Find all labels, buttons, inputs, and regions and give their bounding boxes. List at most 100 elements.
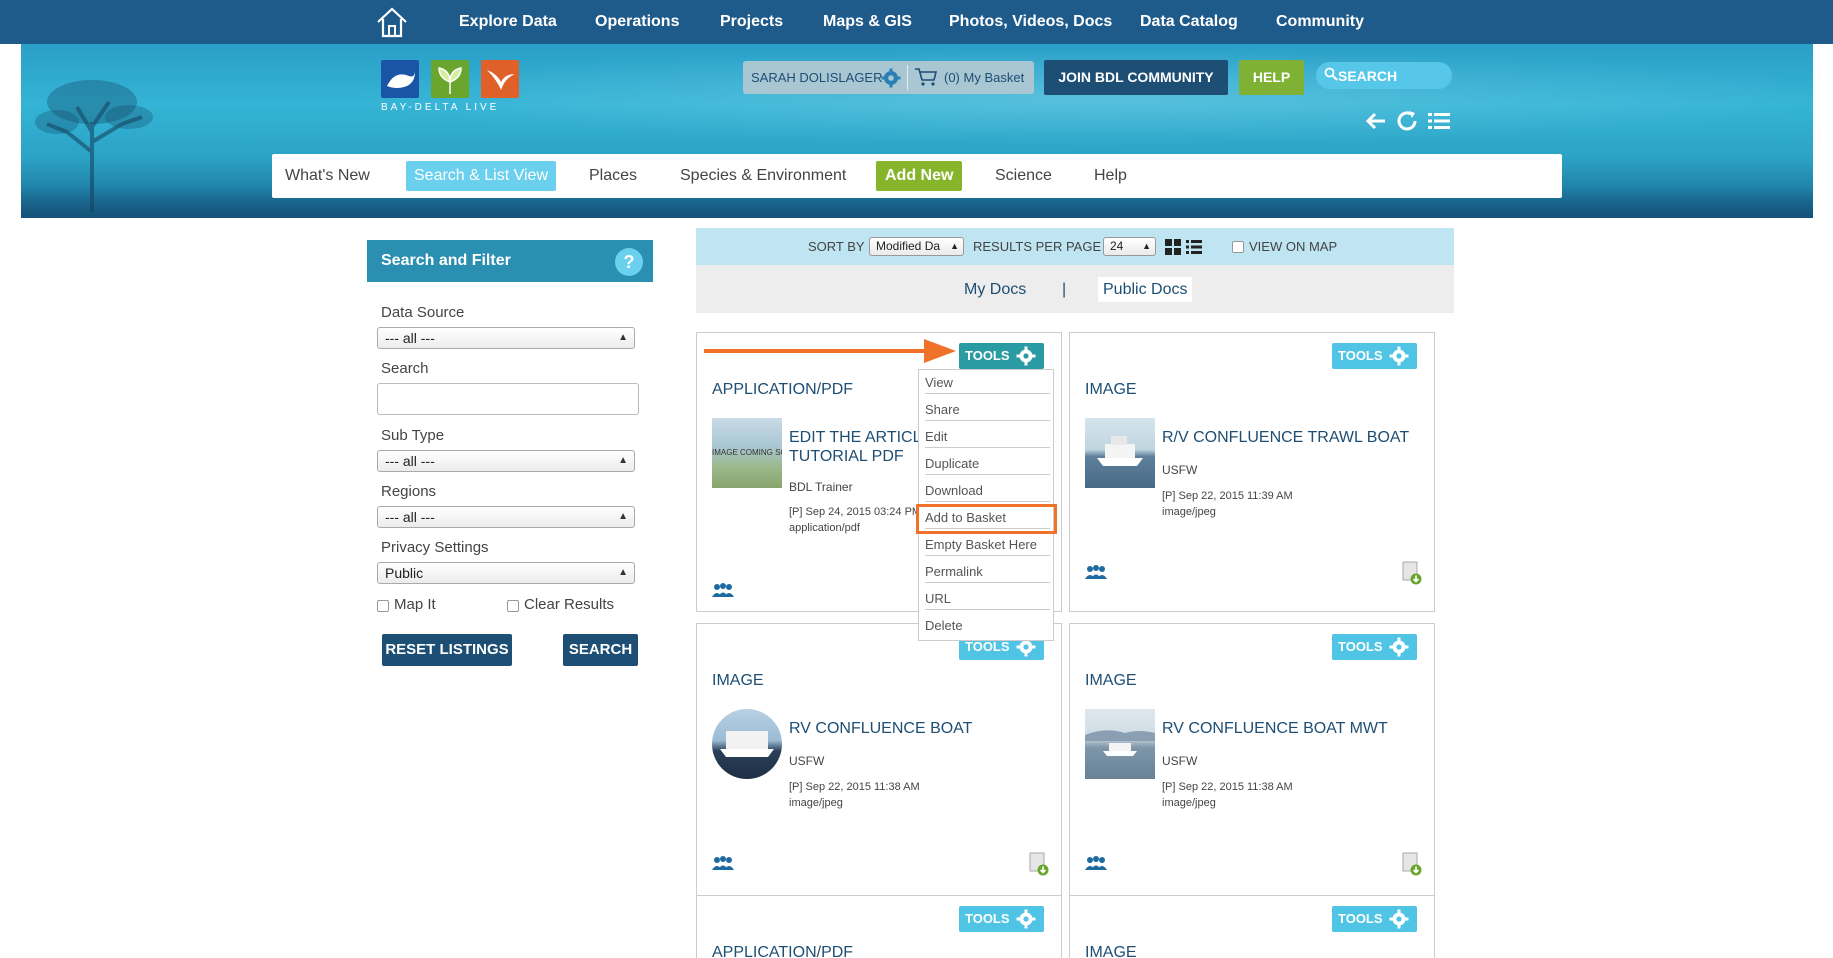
card-date: [P] Sep 22, 2015 11:39 AM <box>1162 490 1293 502</box>
sort-by-select[interactable]: Modified Da ▲ <box>869 237 964 256</box>
card-author: BDL Trainer <box>789 480 853 494</box>
card-mime: application/pdf <box>789 522 860 534</box>
gear-icon <box>1389 909 1409 929</box>
data-source-select[interactable]: --- all --- ▲ <box>377 327 635 349</box>
card-author: USFW <box>789 754 825 768</box>
docs-tabs: My Docs | Public Docs <box>696 265 1454 313</box>
menu-item-share[interactable]: Share <box>925 399 1050 421</box>
card-title[interactable]: RV CONFLUENCE BOAT <box>789 719 1054 738</box>
help-question-icon[interactable]: ? <box>615 248 643 276</box>
card-author: USFW <box>1162 754 1198 768</box>
card-type: IMAGE <box>1085 944 1137 958</box>
card-type: IMAGE <box>712 672 764 689</box>
reset-listings-button[interactable]: RESET LISTINGS <box>382 634 512 666</box>
shopping-cart-icon[interactable] <box>914 67 938 87</box>
sidebar-search-button[interactable]: SEARCH <box>563 634 638 666</box>
download-file-icon[interactable] <box>1402 852 1422 876</box>
card-date: [P] Sep 22, 2015 11:38 AM <box>1162 781 1293 793</box>
people-icon[interactable] <box>712 583 734 597</box>
download-file-icon[interactable] <box>1029 852 1049 876</box>
result-card: TOOLS IMAGE <box>1069 895 1435 958</box>
people-icon[interactable] <box>712 856 734 870</box>
bird-tile-icon <box>481 60 519 98</box>
sub-type-select[interactable]: --- all --- ▲ <box>377 450 635 472</box>
card-type: IMAGE <box>1085 672 1137 689</box>
people-icon[interactable] <box>1085 856 1107 870</box>
tools-button[interactable]: TOOLS <box>959 343 1044 369</box>
tools-button[interactable]: TOOLS <box>1332 634 1417 660</box>
tools-button[interactable]: TOOLS <box>1332 906 1417 932</box>
user-settings-gear-icon[interactable] <box>881 68 901 88</box>
search-filter-title: Search and Filter <box>381 252 511 269</box>
topnav-community[interactable]: Community <box>1276 0 1364 44</box>
regions-select[interactable]: --- all --- ▲ <box>377 506 635 528</box>
topnav-photos-videos-docs[interactable]: Photos, Videos, Docs <box>949 0 1112 44</box>
home-icon[interactable] <box>374 4 410 40</box>
topnav-projects[interactable]: Projects <box>720 0 783 44</box>
menu-item-url[interactable]: URL <box>925 588 1050 610</box>
logo-wordmark: BAY-DELTA LIVE <box>381 102 500 113</box>
card-author: USFW <box>1162 463 1198 477</box>
help-button[interactable]: HELP <box>1239 60 1304 95</box>
tab-my-docs[interactable]: My Docs <box>964 277 1026 302</box>
subnav-search-list-view[interactable]: Search & List View <box>406 161 556 191</box>
subnav-places[interactable]: Places <box>589 161 637 191</box>
topnav-operations[interactable]: Operations <box>595 0 679 44</box>
menu-item-download[interactable]: Download <box>925 480 1050 502</box>
menu-item-view[interactable]: View <box>925 372 1050 394</box>
search-filter-header: Search and Filter ? <box>367 240 653 282</box>
map-it-checkbox[interactable] <box>377 600 389 612</box>
menu-item-duplicate[interactable]: Duplicate <box>925 453 1050 475</box>
user-name[interactable]: SARAH DOLISLAGER <box>751 61 883 94</box>
card-title[interactable]: R/V CONFLUENCE TRAWL BOAT <box>1162 428 1427 447</box>
my-basket-link[interactable]: (0) My Basket <box>944 61 1024 94</box>
subnav-add-new[interactable]: Add New <box>876 161 963 191</box>
clear-results-checkbox[interactable] <box>507 600 519 612</box>
thumbnail-placeholder-text: IMAGE COMING SOON <box>712 448 782 457</box>
topnav-explore-data[interactable]: Explore Data <box>459 0 557 44</box>
topnav-data-catalog[interactable]: Data Catalog <box>1140 0 1238 44</box>
join-community-button[interactable]: JOIN BDL COMMUNITY <box>1044 60 1228 95</box>
sort-toolbar: SORT BY Modified Da ▲ RESULTS PER PAGE 24… <box>696 228 1454 265</box>
select-arrows-icon: ▲ <box>618 511 628 522</box>
results-per-page-label: RESULTS PER PAGE <box>973 239 1102 254</box>
search-icon <box>1324 67 1338 81</box>
annotation-arrow-icon <box>704 339 956 363</box>
subnav-whats-new[interactable]: What's New <box>285 161 370 191</box>
card-title[interactable]: RV CONFLUENCE BOAT MWT <box>1162 719 1427 738</box>
menu-item-edit[interactable]: Edit <box>925 426 1050 448</box>
header-search-input[interactable] <box>1338 62 1448 89</box>
menu-item-permalink[interactable]: Permalink <box>925 561 1050 583</box>
card-thumbnail[interactable]: IMAGE COMING SOON <box>712 418 782 488</box>
view-on-map-checkbox[interactable] <box>1232 241 1244 253</box>
results-per-page-select[interactable]: 24 ▲ <box>1103 237 1156 256</box>
card-thumbnail[interactable] <box>1085 418 1155 488</box>
people-icon[interactable] <box>1085 565 1107 579</box>
gear-icon <box>1389 346 1409 366</box>
result-card: TOOLS IMAGE RV CONFLUENCE BOAT MWT USFW … <box>1069 623 1435 903</box>
tools-button[interactable]: TOOLS <box>1332 343 1417 369</box>
tab-public-docs[interactable]: Public Docs <box>1098 277 1193 302</box>
result-card: TOOLS APPLICATION/PDF <box>696 895 1062 958</box>
gear-icon <box>1016 346 1036 366</box>
search-text-input[interactable] <box>377 383 639 415</box>
list-menu-icon[interactable] <box>1427 110 1451 132</box>
card-thumbnail[interactable] <box>712 709 782 779</box>
privacy-settings-select[interactable]: Public ▲ <box>377 562 635 584</box>
back-arrow-icon[interactable] <box>1365 110 1389 132</box>
gear-icon <box>1389 637 1409 657</box>
subnav-species-environment[interactable]: Species & Environment <box>680 161 846 191</box>
card-thumbnail[interactable] <box>1085 709 1155 779</box>
subnav-help[interactable]: Help <box>1094 161 1127 191</box>
sub-type-label: Sub Type <box>381 427 445 444</box>
grid-view-icon[interactable] <box>1165 239 1181 255</box>
topnav-maps-gis[interactable]: Maps & GIS <box>823 0 912 44</box>
menu-item-empty-basket-here[interactable]: Empty Basket Here <box>925 534 1050 556</box>
subnav-science[interactable]: Science <box>995 161 1052 191</box>
refresh-icon[interactable] <box>1396 110 1420 132</box>
download-file-icon[interactable] <box>1402 561 1422 585</box>
card-type: APPLICATION/PDF <box>712 381 854 398</box>
list-view-icon[interactable] <box>1186 239 1202 255</box>
menu-item-delete[interactable]: Delete <box>925 615 1050 637</box>
tools-button[interactable]: TOOLS <box>959 906 1044 932</box>
